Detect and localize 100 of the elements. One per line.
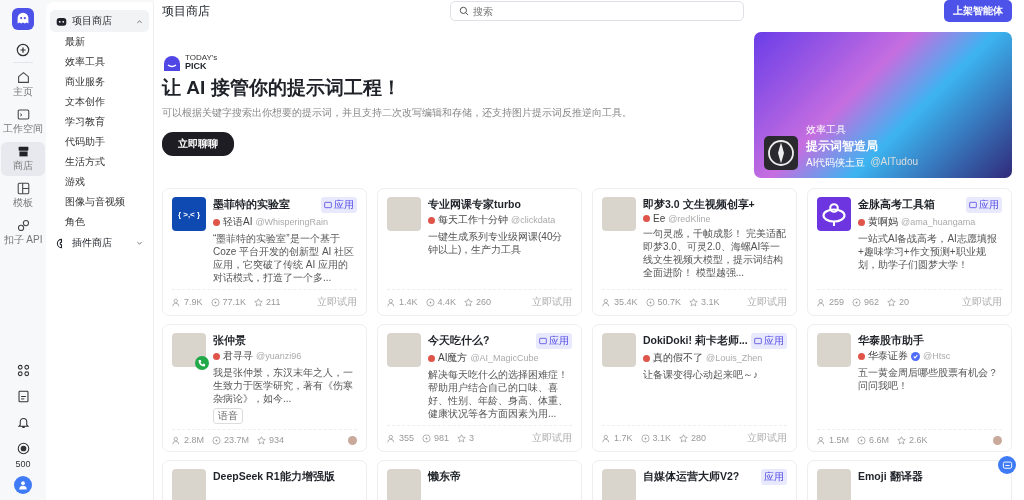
author-name: Ee [653, 213, 666, 224]
publish-button[interactable]: 上架智能体 [944, 0, 1012, 22]
chat-button[interactable] [998, 456, 1016, 474]
users-icon [172, 297, 181, 307]
sidebar-item[interactable]: 效率工具 [50, 52, 149, 72]
card-description: “墨菲特的实验室”是一个基于 Coze 平台开发的创新型 AI 社区应用，它突破了传统 AI 应用的对话模式，打造了一个多... [213, 232, 356, 284]
card-title: 华泰股市助手 [858, 333, 925, 347]
author-name: 轻语AI [223, 215, 253, 229]
photo-placeholder [387, 197, 421, 231]
photo-placeholder [817, 469, 851, 500]
terminal-icon [16, 108, 30, 121]
card-title: DeepSeek R1能力增强版 [213, 469, 336, 483]
bot-card[interactable]: 今天吃什么? 应用 AI魔方 @AI_MagicCube 解决每天吃什么的选择困难症！帮助用户结合自己的口味、喜好、性别、年龄、身高、体重、健康状况等各方面因素为用... 355 981 3 立即试用 [377, 324, 582, 452]
author-name: 华泰证券 [868, 349, 908, 363]
rail-item[interactable]: 主页 [1, 68, 45, 102]
chat-icon [212, 435, 221, 445]
message-icon [1001, 459, 1013, 471]
sidebar-item[interactable]: 商业服务 [50, 72, 149, 92]
bot-card[interactable]: Emoji 翻译器 [807, 460, 1012, 500]
author-handle: @clickdata [511, 215, 556, 225]
user-count: 35.4K [614, 297, 638, 307]
user-count: 355 [399, 433, 415, 443]
user-avatar[interactable] [14, 476, 32, 494]
card-description: 让备课变得心动起来吧～♪ [643, 368, 759, 381]
rail-item[interactable]: 模板 [1, 179, 45, 213]
author-name: 君寻寻 [223, 349, 253, 363]
add-icon[interactable] [16, 43, 30, 57]
users-icon [172, 435, 181, 445]
bot-card[interactable]: { >,< } 墨菲特的实验室 应用 轻语AI @WhisperingRain “墨菲特的实验室”是一个基于 Coze 平台开发的创新型 AI 社区应用，它突破了传统 AI 应用的对话模式，打造了一个多... 7.9K 77.1K 211 立即试用 [162, 188, 367, 316]
star-icon [679, 433, 689, 443]
bell-icon[interactable] [16, 416, 30, 429]
users-icon [817, 297, 826, 307]
home-icon [16, 71, 30, 84]
users-icon [602, 433, 611, 443]
bot-card[interactable]: 张仲景 君寻寻 @yuanzi96 我是张仲景，东汉末年之人，一生致力于医学研究，著有《伤寒杂病论》，如今... 语音 2.8M 23.7M 934 [162, 324, 367, 452]
card-title: 金脉高考工具箱 [858, 197, 936, 211]
sidebar-item[interactable]: 游戏 [50, 172, 149, 192]
bot-card[interactable]: 金脉高考工具箱 应用 黄啊妈 @ama_huangama 一站式AI备战高考，AI志愿填报+趣味学习+作文预测+职业规划，助学子们圆梦大学！ 259 962 20 立即试用 [807, 188, 1012, 316]
author-handle: @Louis_Zhen [706, 353, 763, 363]
author-name: 黄啊妈 [868, 215, 898, 229]
card-title: DokiDoki! 莉卡老师... [643, 333, 748, 347]
chat-icon [857, 435, 866, 445]
card-title: 懒东帝 [428, 469, 462, 483]
chat-count: 6.6M [869, 435, 890, 445]
app-badge: 应用 [321, 197, 357, 213]
search-field[interactable]: 搜索 [450, 1, 744, 22]
chevron-icon [136, 17, 143, 25]
bot-card[interactable]: 华泰股市助手 华泰证券 @Htsc 五一黄金周后哪些股票有机会？问问我吧！ 1.5M 6.6M 2.6K [807, 324, 1012, 452]
bot-card[interactable]: 懒东帝 [377, 460, 582, 500]
card-title: Emoji 翻译器 [858, 469, 924, 483]
rail-item[interactable]: 工作空间 [1, 105, 45, 139]
sidebar-item[interactable]: 学习教育 [50, 112, 149, 132]
app-badge: 应用 [751, 333, 787, 349]
photo-placeholder [172, 469, 206, 500]
hero-subtitle: 可以根据关键字搜索出你想要的提示词，并且支持二次改写编辑和存储，还支持图片提示词反推逆向工具。 [162, 106, 633, 120]
bot-card[interactable]: DokiDoki! 莉卡老师... 应用 真的假不了 @Louis_Zhen 让备课变得心动起来吧～♪ 1.7K 3.1K 280 立即试用 [592, 324, 797, 452]
chat-count: 77.1K [222, 297, 247, 307]
author-name: AI魔方 [438, 351, 468, 365]
photo-placeholder [602, 197, 636, 231]
user-count: 1.5M [829, 435, 849, 445]
credit-count: 500 [15, 459, 31, 469]
chat-icon [422, 433, 432, 443]
sidebar-group[interactable]: 项目商店 [50, 10, 149, 32]
star-icon [464, 297, 474, 307]
bot-card[interactable]: 即梦3.0 文生视频创享+ Ee @redKline 一句灵感，千帧成影！ 完美适配即梦3.0、可灵2.0、海螺AI等一线文生视频大模型，提示词结构全面进阶！ 模型越强... 35.4K 50.7K 3.1K 立即试用 [592, 188, 797, 316]
voice-tag: 语音 [213, 408, 243, 424]
users-icon [387, 297, 396, 307]
app-badge: 应用 [761, 469, 787, 485]
star-count: 260 [476, 297, 492, 307]
sidebar-item[interactable]: 代码助手 [50, 132, 149, 152]
star-count: 211 [266, 297, 281, 307]
code-logo: { >,< } [172, 197, 206, 231]
card-title: 今天吃什么? [428, 333, 491, 347]
todays-pick-logo: TODAY's PICK [185, 54, 218, 71]
chat-icon [645, 297, 655, 307]
logo-icon[interactable] [12, 8, 34, 30]
bot-card[interactable]: 自媒体运营大师V2? 应用 [592, 460, 797, 500]
chat-count: 23.7M [224, 435, 250, 445]
document-icon[interactable] [16, 390, 30, 403]
feature-handle: @AITudou [870, 156, 919, 169]
star-count: 20 [899, 297, 910, 307]
search-icon [459, 5, 469, 16]
bot-card[interactable]: DeepSeek R1能力增强版 [162, 460, 367, 500]
rail-item[interactable]: 商店 [1, 142, 45, 176]
app-badge: 应用 [966, 197, 1002, 213]
sidebar-item[interactable]: 最新 [50, 32, 149, 52]
photo-placeholder [602, 333, 636, 367]
apps-icon[interactable] [16, 364, 30, 377]
photo-placeholder [387, 333, 421, 367]
sidebar-item[interactable]: 角色 [50, 212, 149, 232]
sidebar-item[interactable]: 文本创作 [50, 92, 149, 112]
sidebar-item[interactable]: 生活方式 [50, 152, 149, 172]
compass-icon [764, 136, 798, 170]
author-handle: @Htsc [923, 351, 951, 361]
star-count: 3.1K [701, 297, 720, 307]
sidebar-item[interactable]: 图像与音视频 [50, 192, 149, 212]
sidebar-group[interactable]: 插件商店 [50, 232, 149, 254]
chat-now-button[interactable]: 立即聊聊 [162, 132, 234, 156]
bot-card[interactable]: 专业网课专家turbo 每天工作十分钟 @clickdata 一键生成系列专业级网课(40分钟以上)，生产力工具 1.4K 4.4K 260 立即试用 [377, 188, 582, 316]
rail-item[interactable]: 扣子 API [1, 216, 45, 250]
